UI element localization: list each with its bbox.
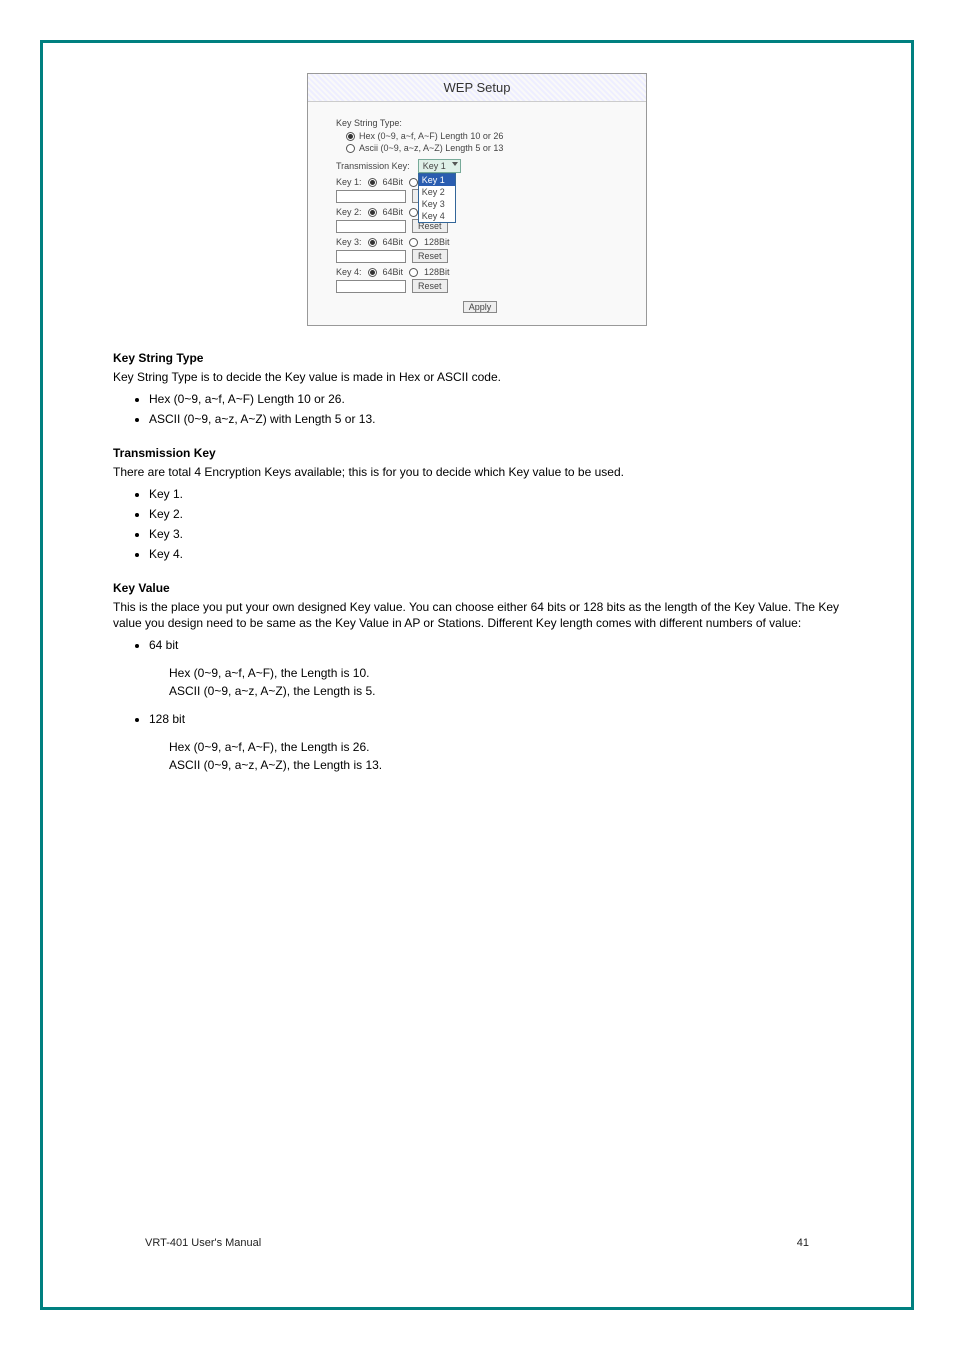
key2-128bit-radio[interactable] xyxy=(409,208,418,217)
radio-hex-label: Hex (0~9, a~f, A~F) Length 10 or 26 xyxy=(359,131,503,141)
key4-label: Key 4: xyxy=(336,267,362,277)
key2-64bit-radio[interactable] xyxy=(368,208,377,217)
key3-64bit-radio[interactable] xyxy=(368,238,377,247)
key3-128bit-label: 128Bit xyxy=(424,237,450,247)
key4-128bit-label: 128Bit xyxy=(424,267,450,277)
key3-reset-button[interactable]: Reset xyxy=(412,249,448,263)
bullet-128bit: 128 bit xyxy=(149,710,841,728)
footer-left: VRT-401 User's Manual xyxy=(145,1237,261,1249)
bullet-ascii: ASCII (0~9, a~z, A~Z) with Length 5 or 1… xyxy=(149,410,841,428)
bullet-key4: Key 4. xyxy=(149,545,841,563)
radio-ascii-row[interactable]: Ascii (0~9, a~z, A~Z) Length 5 or 13 xyxy=(346,143,624,153)
apply-button[interactable]: Apply xyxy=(463,301,498,313)
chevron-down-icon xyxy=(452,162,458,166)
key1-row: Key 1: 64Bit xyxy=(336,177,624,187)
key2-input[interactable] xyxy=(336,220,406,233)
key1-input[interactable] xyxy=(336,190,406,203)
key4-input[interactable] xyxy=(336,280,406,293)
page-footer: VRT-401 User's Manual 41 xyxy=(145,1237,809,1249)
key4-64bit-label: 64Bit xyxy=(383,267,404,277)
section-transmission-key-body: There are total 4 Encryption Keys availa… xyxy=(113,464,841,481)
radio-ascii-dot[interactable] xyxy=(346,144,355,153)
key-string-type-label: Key String Type: xyxy=(336,118,624,128)
page-border: WEP Setup Key String Type: Hex (0~9, a~f… xyxy=(40,40,914,1310)
line-128bit-ascii: ASCII (0~9, a~z, A~Z), the Length is 13. xyxy=(169,756,841,774)
key4-128bit-radio[interactable] xyxy=(409,268,418,277)
block-64bit: Hex (0~9, a~f, A~F), the Length is 10. A… xyxy=(169,664,841,700)
line-64bit-hex: Hex (0~9, a~f, A~F), the Length is 10. xyxy=(169,664,841,682)
section-key-string-type-body: Key String Type is to decide the Key val… xyxy=(113,369,841,386)
key2-input-row: Reset xyxy=(336,219,624,233)
bullet-key3: Key 3. xyxy=(149,525,841,543)
transmission-key-row: Transmission Key: Key 1 Key 1 Key 2 Key … xyxy=(336,159,624,173)
radio-hex-dot[interactable] xyxy=(346,132,355,141)
key1-label: Key 1: xyxy=(336,177,362,187)
line-128bit-hex: Hex (0~9, a~f, A~F), the Length is 26. xyxy=(169,738,841,756)
key1-input-row: Res xyxy=(336,189,624,203)
block-128bit: Hex (0~9, a~f, A~F), the Length is 26. A… xyxy=(169,738,841,774)
key4-input-row: Reset xyxy=(336,279,624,293)
key1-64bit-label: 64Bit xyxy=(383,177,404,187)
transmission-key-label: Transmission Key: xyxy=(336,161,410,171)
key-string-type-bullets: Hex (0~9, a~f, A~F) Length 10 or 26. ASC… xyxy=(149,390,841,428)
key3-128bit-radio[interactable] xyxy=(409,238,418,247)
key2-64bit-label: 64Bit xyxy=(383,207,404,217)
footer-page-number: 41 xyxy=(797,1237,809,1249)
key3-64bit-label: 64Bit xyxy=(383,237,404,247)
key4-row: Key 4: 64Bit 128Bit xyxy=(336,267,624,277)
key4-reset-button[interactable]: Reset xyxy=(412,279,448,293)
key3-input[interactable] xyxy=(336,250,406,263)
dropdown-item-1[interactable]: Key 1 xyxy=(419,174,455,186)
key1-128bit-radio[interactable] xyxy=(409,178,418,187)
key-value-bullets-128: 128 bit xyxy=(149,710,841,728)
section-key-string-type-title: Key String Type xyxy=(113,351,881,365)
transmission-key-bullets: Key 1. Key 2. Key 3. Key 4. xyxy=(149,485,841,563)
transmission-key-dropdown[interactable]: Key 1 Key 1 Key 2 Key 3 Key 4 xyxy=(418,159,461,173)
section-transmission-key-title: Transmission Key xyxy=(113,446,881,460)
dropdown-item-4[interactable]: Key 4 xyxy=(419,210,455,222)
key2-row: Key 2: 64Bit 128Bit xyxy=(336,207,624,217)
section-key-value-title: Key Value xyxy=(113,581,881,595)
radio-hex-row[interactable]: Hex (0~9, a~f, A~F) Length 10 or 26 xyxy=(346,131,624,141)
dropdown-item-2[interactable]: Key 2 xyxy=(419,186,455,198)
section-key-value-body: This is the place you put your own desig… xyxy=(113,599,841,633)
dropdown-selected: Key 1 xyxy=(423,161,446,171)
key2-label: Key 2: xyxy=(336,207,362,217)
panel-body: Key String Type: Hex (0~9, a~f, A~F) Len… xyxy=(308,102,646,325)
line-64bit-ascii: ASCII (0~9, a~z, A~Z), the Length is 5. xyxy=(169,682,841,700)
key3-input-row: Reset xyxy=(336,249,624,263)
key3-label: Key 3: xyxy=(336,237,362,247)
wep-setup-figure: WEP Setup Key String Type: Hex (0~9, a~f… xyxy=(73,73,881,326)
panel-title: WEP Setup xyxy=(308,74,646,102)
key3-row: Key 3: 64Bit 128Bit xyxy=(336,237,624,247)
dropdown-list: Key 1 Key 2 Key 3 Key 4 xyxy=(418,173,456,223)
key-value-bullets: 64 bit xyxy=(149,636,841,654)
bullet-key1: Key 1. xyxy=(149,485,841,503)
bullet-key2: Key 2. xyxy=(149,505,841,523)
key1-64bit-radio[interactable] xyxy=(368,178,377,187)
key4-64bit-radio[interactable] xyxy=(368,268,377,277)
bullet-hex: Hex (0~9, a~f, A~F) Length 10 or 26. xyxy=(149,390,841,408)
radio-ascii-label: Ascii (0~9, a~z, A~Z) Length 5 or 13 xyxy=(359,143,503,153)
dropdown-item-3[interactable]: Key 3 xyxy=(419,198,455,210)
wep-setup-panel: WEP Setup Key String Type: Hex (0~9, a~f… xyxy=(307,73,647,326)
apply-row: Apply xyxy=(336,301,624,313)
bullet-64bit: 64 bit xyxy=(149,636,841,654)
